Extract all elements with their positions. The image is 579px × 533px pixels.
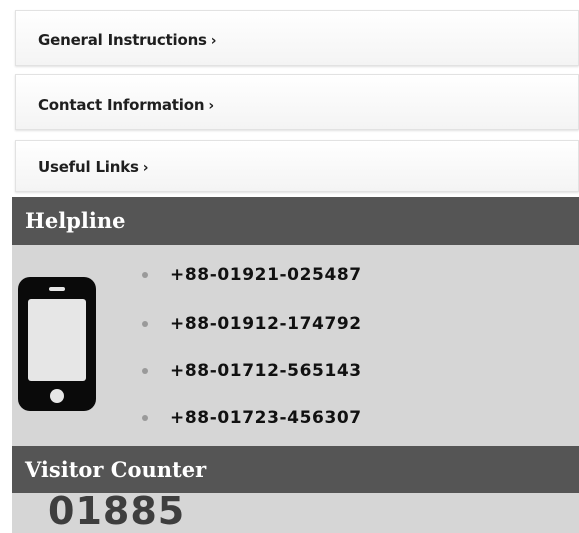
chevron-right-icon: › [208,98,214,114]
phone-number[interactable]: +88-01921-025487 [170,265,362,285]
phone-number[interactable]: +88-01723-456307 [170,408,362,428]
visitor-counter-title: Visitor Counter [12,446,579,493]
useful-links-link[interactable]: Useful Links › [15,140,579,192]
bullet-icon [142,368,148,374]
phone-number[interactable]: +88-01912-174792 [170,314,362,334]
chevron-right-icon: › [210,33,217,49]
visitor-count: 01885 [48,489,186,533]
contact-information-label: Contact Information › [38,96,214,114]
mobile-phone-icon [18,277,96,411]
contact-information-link[interactable]: Contact Information › [15,74,579,130]
sidebar-widget: General Instructions › Contact Informatio… [0,0,579,533]
general-instructions-link[interactable]: General Instructions › [15,10,579,66]
general-instructions-label: General Instructions › [38,31,217,49]
bullet-icon [142,272,148,278]
helpline-panel: +88-01921-025487 +88-01912-174792 +88-01… [12,245,579,446]
visitor-counter-panel: 01885 [12,489,579,533]
useful-links-label: Useful Links › [38,158,149,176]
helpline-title: Helpline [12,197,579,245]
bullet-icon [142,415,148,421]
chevron-right-icon: › [142,160,149,176]
phone-number[interactable]: +88-01712-565143 [170,361,362,381]
bullet-icon [142,321,148,327]
